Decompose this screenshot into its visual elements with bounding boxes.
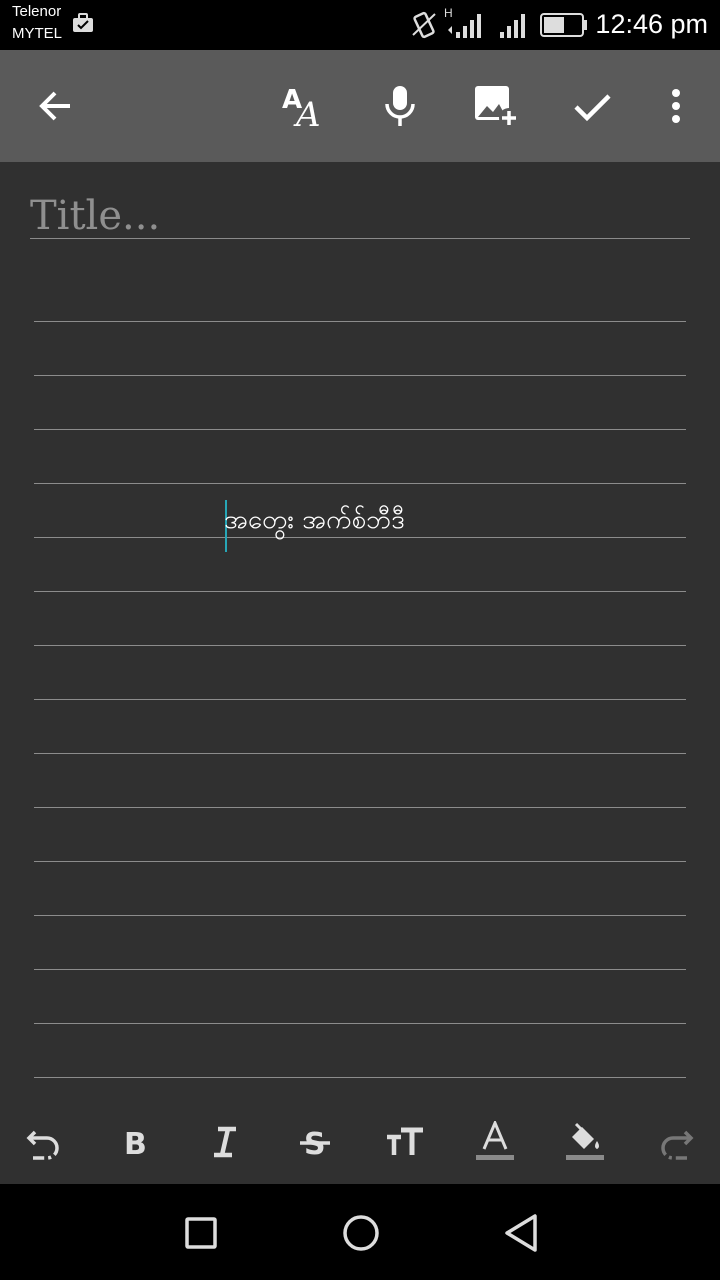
bold-icon: B xyxy=(124,1127,147,1159)
home-icon xyxy=(343,1215,379,1251)
carrier-name-2: MYTEL xyxy=(12,25,63,42)
text-color-icon xyxy=(476,1121,514,1160)
signal-icon-2 xyxy=(498,12,530,42)
status-bar: Telenor MYTEL H 12:46 pm xyxy=(0,0,720,50)
battery-icon xyxy=(540,13,588,41)
undo-icon xyxy=(26,1130,59,1160)
recents-button[interactable] xyxy=(176,1208,226,1258)
ruled-line xyxy=(34,375,686,376)
recents-icon xyxy=(185,1217,217,1249)
more-options-icon xyxy=(672,89,680,123)
strikethrough-button[interactable]: S xyxy=(285,1114,345,1170)
signal-icon xyxy=(448,12,484,42)
more-options-button[interactable] xyxy=(636,50,716,162)
ruled-line xyxy=(34,321,686,322)
ruled-line xyxy=(34,645,686,646)
redo-icon xyxy=(661,1130,694,1160)
ruled-line xyxy=(34,915,686,916)
add-image-button[interactable] xyxy=(456,50,536,162)
ruled-line xyxy=(34,753,686,754)
back-nav-button[interactable] xyxy=(496,1208,546,1258)
text-size-button[interactable] xyxy=(375,1114,435,1170)
ruled-line xyxy=(34,591,686,592)
text-size-icon xyxy=(387,1127,423,1155)
strikethrough-icon: S xyxy=(300,1127,330,1160)
ruled-line xyxy=(34,969,686,970)
add-image-icon xyxy=(475,86,519,128)
note-editor[interactable]: အတွေး အက်စ်ဘီဒီ xyxy=(0,162,720,1100)
note-body-text[interactable]: အတွေး အက်စ်ဘီဒီ xyxy=(224,502,405,541)
ruled-line xyxy=(34,807,686,808)
app-toolbar: A A xyxy=(0,50,720,162)
text-color-button[interactable] xyxy=(465,1114,525,1170)
microphone-icon xyxy=(385,86,415,126)
svg-text:A: A xyxy=(293,95,321,130)
italic-button[interactable] xyxy=(195,1114,255,1170)
undo-button[interactable] xyxy=(15,1114,75,1170)
text-format-button[interactable]: A A xyxy=(264,50,344,162)
ruled-line xyxy=(34,1023,686,1024)
back-icon xyxy=(505,1214,537,1252)
bold-button[interactable]: B xyxy=(105,1114,165,1170)
back-arrow-icon xyxy=(39,91,70,121)
title-input[interactable] xyxy=(30,194,690,239)
voice-input-button[interactable] xyxy=(360,50,440,162)
redo-button[interactable] xyxy=(645,1114,705,1170)
save-button[interactable] xyxy=(552,50,632,162)
format-toolbar: B S xyxy=(0,1100,720,1184)
fill-color-button[interactable] xyxy=(555,1114,615,1170)
italic-icon xyxy=(214,1126,236,1158)
checkmark-icon xyxy=(574,94,611,122)
ruled-line xyxy=(34,483,686,484)
text-format-icon: A A xyxy=(282,85,321,130)
carrier-name-1: Telenor xyxy=(12,3,62,20)
ruled-line xyxy=(34,1077,686,1078)
ruled-line xyxy=(34,861,686,862)
system-nav-bar xyxy=(0,1184,720,1280)
ruled-line xyxy=(34,699,686,700)
briefcase-icon xyxy=(72,12,94,38)
fill-color-icon xyxy=(566,1122,604,1160)
ruled-line xyxy=(34,429,686,430)
vibrate-icon xyxy=(410,11,438,43)
svg-text:B: B xyxy=(124,1127,147,1159)
back-button[interactable] xyxy=(16,50,96,162)
clock: 12:46 pm xyxy=(595,9,708,39)
home-button[interactable] xyxy=(336,1208,386,1258)
